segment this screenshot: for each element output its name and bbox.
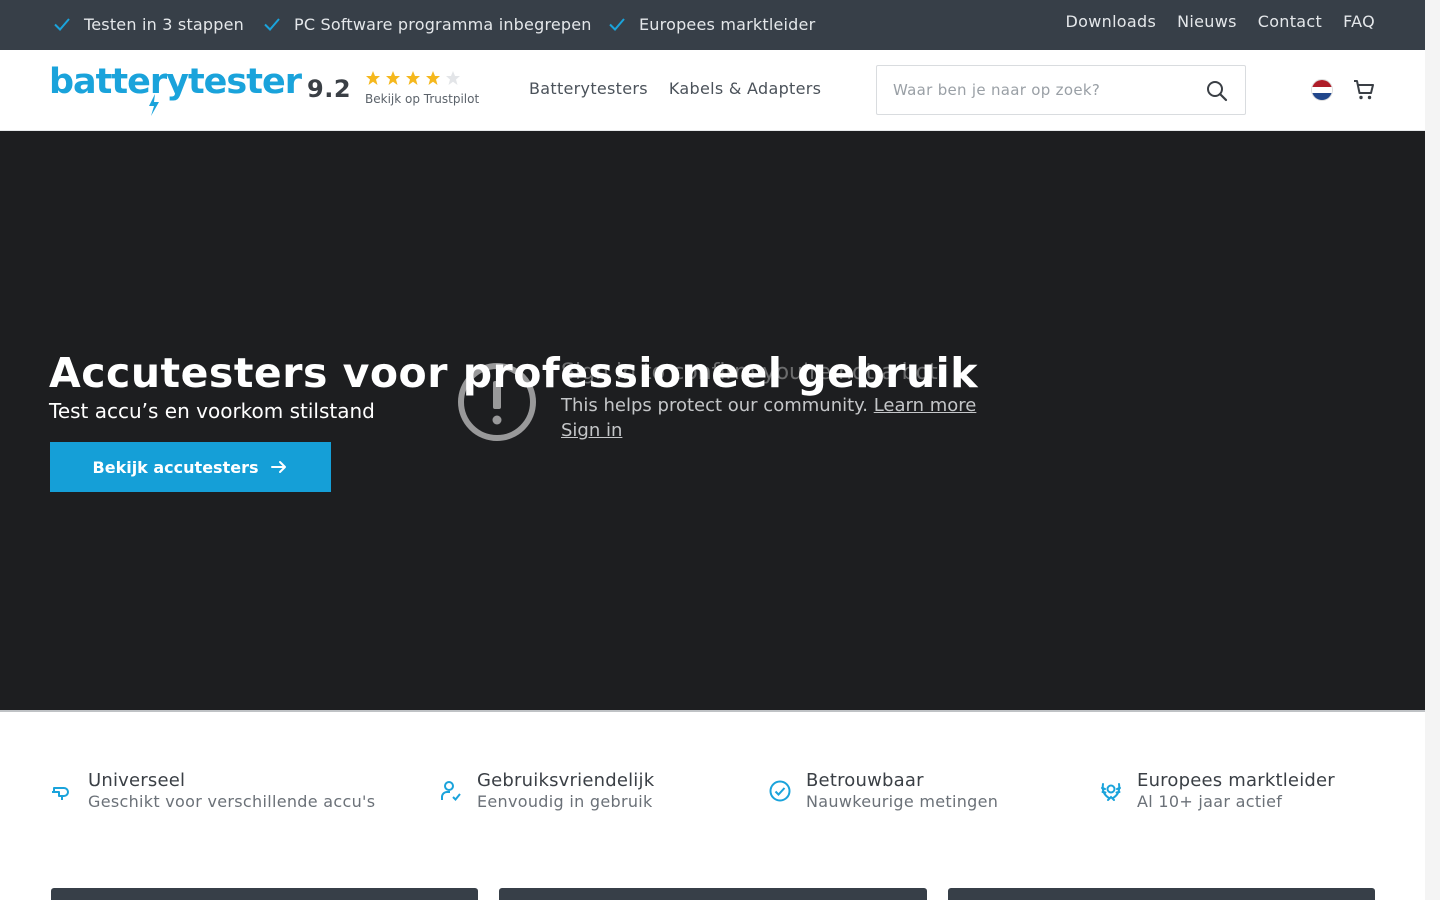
cart-icon[interactable] [1352, 78, 1376, 102]
search-icon[interactable] [1205, 79, 1229, 103]
nav-item-cables-adapters[interactable]: Kabels & Adapters [669, 79, 821, 98]
usp-item: PC Software programma inbegrepen [262, 13, 592, 35]
view-testers-button[interactable]: Bekijk accutesters [50, 442, 331, 492]
usp-item: Europees marktleider [607, 13, 815, 35]
nav-item-batterytesters[interactable]: Batterytesters [529, 79, 648, 98]
warning-circle-icon [458, 363, 536, 441]
bot-check-description: This helps protect our community. [561, 395, 868, 416]
check-circle-icon [769, 780, 791, 802]
feature-subtitle: Geschikt voor verschillende accu's [88, 792, 376, 811]
top-links: Downloads Nieuws Contact FAQ [1066, 12, 1375, 31]
search-box [876, 65, 1246, 115]
usp-label: Europees marktleider [639, 14, 816, 34]
trustpilot-link[interactable]: Bekijk op Trustpilot [365, 92, 479, 106]
search-input[interactable] [893, 66, 1183, 114]
hero-subtitle: Test accu’s en voorkom stilstand [49, 399, 375, 423]
feature-subtitle: Eenvoudig in gebruik [477, 792, 653, 811]
user-check-icon [441, 781, 461, 801]
feature-title: Betrouwbaar [806, 770, 924, 791]
main-nav: Batterytesters Kabels & Adapters [529, 79, 821, 98]
usp-item: Testen in 3 stappen [52, 13, 244, 35]
feature-subtitle: Nauwkeurige metingen [806, 792, 999, 811]
hero-section: Accutesters voor professioneel gebruik T… [0, 131, 1425, 710]
site-logo[interactable]: batterytester [49, 62, 302, 116]
feature-item: Europees marktleider Al 10+ jaar actief [1099, 770, 1335, 811]
feature-item: Gebruiksvriendelijk Eenvoudig in gebruik [439, 770, 654, 811]
main-header: batterytester 9.2 Bekijk op Trustpilot B… [0, 50, 1425, 131]
bot-check-title: Sign in to confirm you're not a bot [561, 360, 938, 385]
star-icon [426, 71, 440, 85]
star-icon [366, 71, 380, 85]
feature-title: Europees marktleider [1137, 770, 1335, 791]
checkmark-icon [54, 18, 70, 31]
product-card[interactable] [51, 888, 478, 900]
usp-label: PC Software programma inbegrepen [294, 14, 592, 34]
rating-score: 9.2 [307, 75, 352, 103]
feature-item: Betrouwbaar Nauwkeurige metingen [768, 770, 998, 811]
section-divider [0, 710, 1425, 712]
top-bar: Testen in 3 stappen PC Software programm… [0, 0, 1425, 50]
view-testers-label: Bekijk accutesters [92, 457, 259, 477]
page-scrollbar[interactable] [1425, 0, 1440, 900]
product-card[interactable] [948, 888, 1375, 900]
arrow-right-icon [271, 461, 287, 473]
rating-stars[interactable] [365, 70, 461, 86]
checkmark-icon [609, 18, 625, 31]
faq-link[interactable]: FAQ [1343, 12, 1375, 31]
bot-check-text: This helps protect our community. Learn … [561, 395, 976, 416]
laurel-icon [1101, 783, 1121, 801]
feature-title: Gebruiksvriendelijk [477, 770, 655, 791]
star-icon [386, 71, 400, 85]
lightning-bolt-icon [149, 94, 159, 116]
checkmark-icon [264, 18, 280, 31]
logo-text: batterytester [49, 62, 302, 102]
feature-subtitle: Al 10+ jaar actief [1137, 792, 1283, 811]
star-icon [406, 71, 420, 85]
usp-label: Testen in 3 stappen [84, 14, 245, 34]
learn-more-link[interactable]: Learn more [874, 395, 977, 416]
product-card[interactable] [499, 888, 927, 900]
feature-title: Universeel [88, 770, 186, 791]
news-link[interactable]: Nieuws [1177, 12, 1237, 31]
sign-in-link[interactable]: Sign in [561, 420, 622, 441]
feature-item: Universeel Geschikt voor verschillende a… [50, 770, 375, 811]
plug-icon [52, 787, 69, 800]
star-empty-icon [446, 71, 460, 85]
dutch-flag-icon[interactable] [1311, 79, 1333, 101]
contact-link[interactable]: Contact [1258, 12, 1322, 31]
downloads-link[interactable]: Downloads [1066, 12, 1157, 31]
